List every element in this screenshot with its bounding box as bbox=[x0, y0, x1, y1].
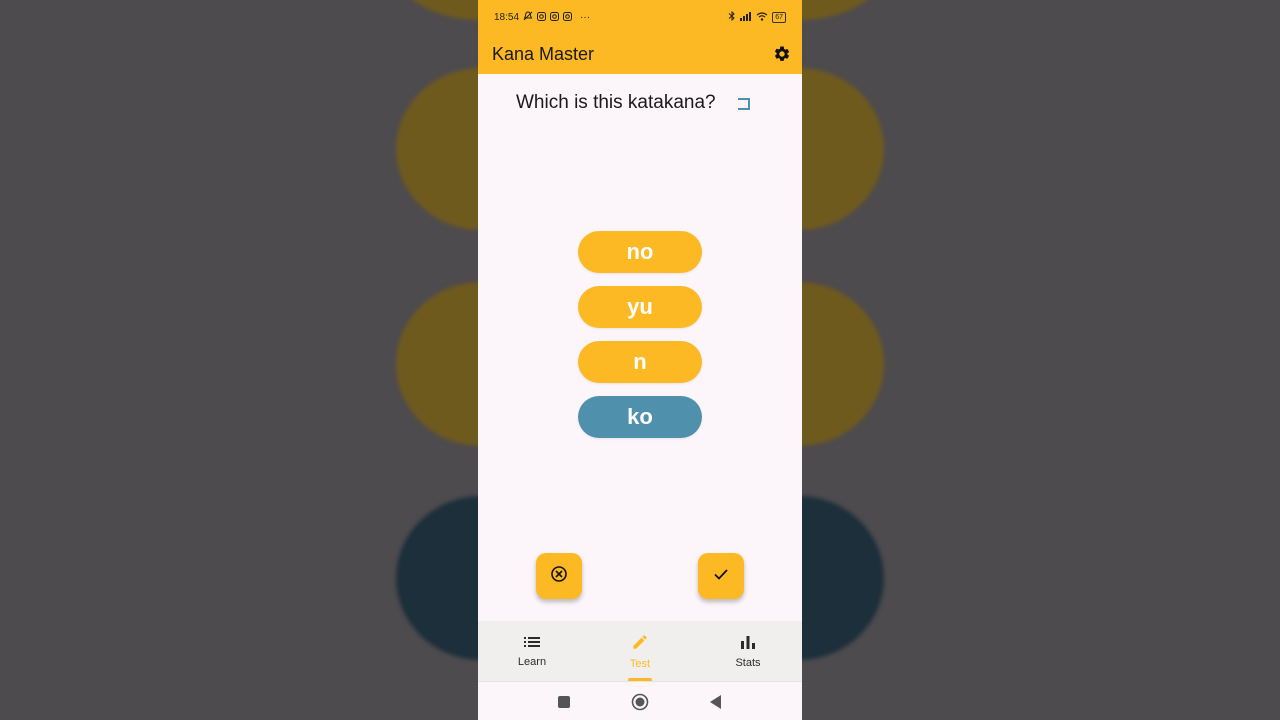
app-title: Kana Master bbox=[492, 43, 595, 64]
nav-label-test: Test bbox=[629, 657, 651, 670]
app-bar: Kana Master bbox=[478, 34, 802, 74]
option-button-ko[interactable]: ko bbox=[578, 396, 702, 438]
system-navigation-bar bbox=[478, 681, 802, 720]
phone-screen: 18:54 ··· 67 Kana Master Which is this k… bbox=[478, 0, 802, 720]
option-button-no[interactable]: no bbox=[578, 231, 702, 273]
question-text: Which is this katakana? bbox=[516, 92, 716, 113]
wifi-icon bbox=[756, 11, 768, 23]
status-time: 18:54 bbox=[494, 11, 520, 23]
skip-button[interactable] bbox=[536, 553, 582, 599]
status-bar: 18:54 ··· 67 bbox=[478, 0, 802, 34]
question-row: Which is this katakana? bbox=[478, 92, 802, 114]
nav-item-test[interactable]: Test bbox=[586, 621, 694, 681]
battery-indicator: 67 bbox=[772, 11, 786, 23]
home-circle-icon[interactable] bbox=[630, 692, 650, 712]
option-button-yu[interactable]: yu bbox=[578, 286, 702, 328]
nav-item-learn[interactable]: Learn bbox=[478, 621, 586, 681]
more-notifications-icon: ··· bbox=[580, 11, 591, 23]
instagram-icon bbox=[563, 11, 573, 23]
nav-label-stats: Stats bbox=[735, 656, 761, 669]
option-button-n[interactable]: n bbox=[578, 341, 702, 383]
signal-icon bbox=[740, 11, 752, 23]
answer-options: no yu n ko bbox=[578, 231, 702, 438]
recents-square-icon[interactable] bbox=[554, 692, 574, 712]
check-icon bbox=[712, 565, 730, 588]
list-icon bbox=[524, 635, 540, 652]
submit-button[interactable] bbox=[698, 553, 744, 599]
katakana-character bbox=[736, 94, 754, 112]
bar-chart-icon bbox=[740, 634, 756, 653]
instagram-icon bbox=[537, 11, 547, 23]
settings-gear-icon[interactable] bbox=[770, 42, 794, 66]
bell-muted-icon bbox=[523, 11, 533, 23]
bottom-navigation: Learn Test Stats bbox=[478, 621, 802, 681]
cancel-circle-icon bbox=[550, 565, 568, 588]
instagram-icon bbox=[550, 11, 560, 23]
bluetooth-icon bbox=[728, 10, 736, 23]
pencil-icon bbox=[631, 633, 649, 654]
nav-item-stats[interactable]: Stats bbox=[694, 621, 802, 681]
back-triangle-icon[interactable] bbox=[706, 692, 726, 712]
katakana-glyph bbox=[737, 98, 750, 110]
nav-label-learn: Learn bbox=[517, 655, 547, 668]
